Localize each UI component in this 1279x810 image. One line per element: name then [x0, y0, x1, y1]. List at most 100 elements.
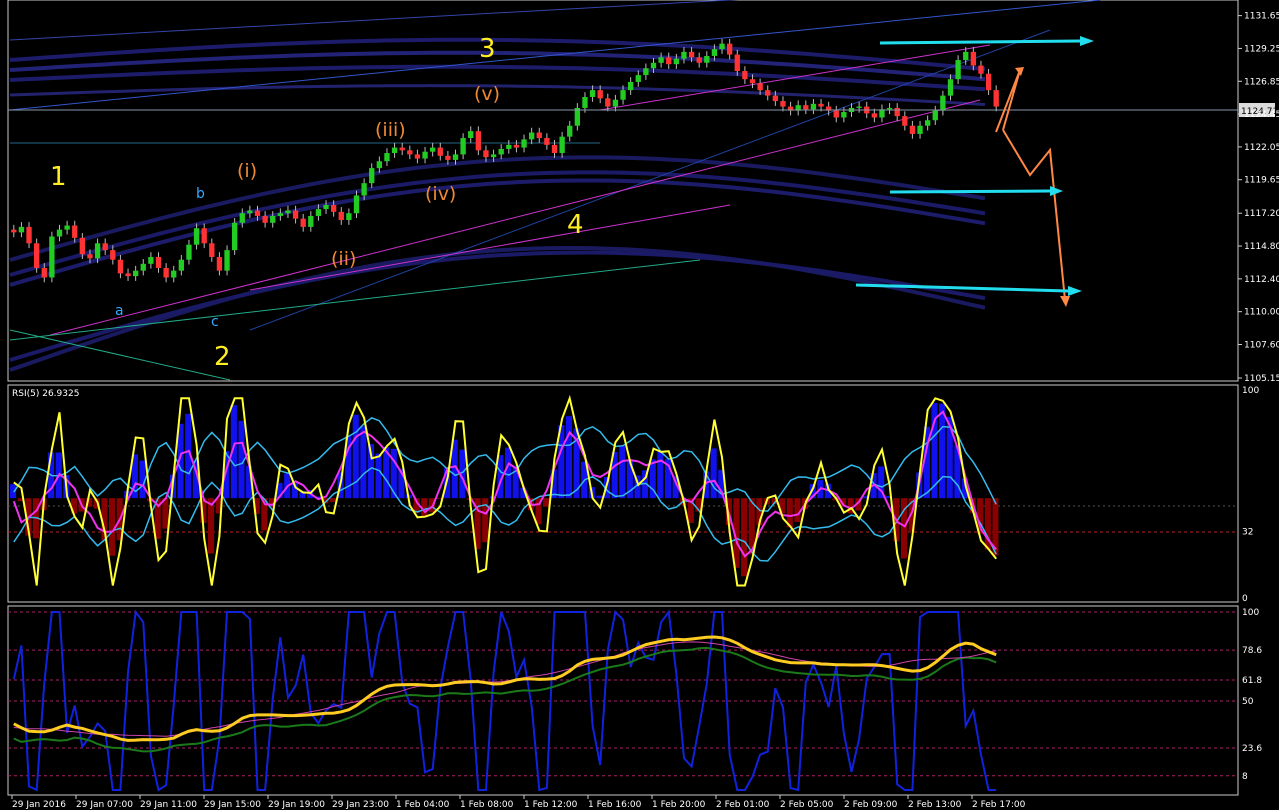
candle-body — [658, 57, 664, 63]
y-tick-label: 1117.20 — [1244, 209, 1279, 219]
candle-body — [277, 213, 284, 216]
rsi-hist-bar — [109, 498, 116, 556]
candle-body — [902, 116, 908, 126]
candle-body — [346, 213, 352, 221]
candle-body — [292, 210, 299, 219]
candle-body — [140, 263, 146, 271]
candle-body — [11, 229, 17, 233]
candle-body — [978, 65, 984, 74]
stoch-tick-label: 100 — [1242, 608, 1259, 618]
candle-body — [155, 256, 162, 268]
wave-label-1: 1 — [50, 162, 67, 192]
candle-body — [924, 120, 931, 126]
candle-body — [917, 125, 923, 134]
candle-body — [384, 153, 390, 162]
target-arrowhead-top — [1080, 36, 1094, 46]
candle-body — [353, 195, 360, 214]
rsi-tick-label: 0 — [1242, 594, 1248, 604]
candle-body — [49, 236, 55, 278]
candle-body — [711, 49, 718, 56]
candle-body — [894, 107, 900, 117]
candle-body — [376, 161, 383, 169]
candle-body — [567, 125, 573, 137]
candle-body — [498, 148, 504, 155]
rsi-hist-bar — [596, 495, 603, 499]
y-tick-label: 1131.65 — [1244, 12, 1279, 22]
candle-body — [148, 256, 154, 264]
candle-body — [726, 43, 733, 55]
rsi-hist-bar — [657, 450, 664, 499]
candle-body — [18, 226, 25, 233]
candle-body — [224, 250, 230, 271]
wave-label-3: 3 — [479, 34, 496, 64]
x-tick-label: 29 Jan 11:00 — [140, 800, 197, 810]
candle-body — [688, 51, 695, 58]
trendline — [9, 0, 740, 41]
rsi-hist-bar — [543, 498, 550, 507]
candle-body — [810, 103, 817, 110]
candle-body — [597, 90, 603, 99]
candle-body — [818, 103, 824, 107]
x-tick-label: 1 Feb 04:00 — [396, 800, 450, 810]
candle-body — [308, 215, 314, 227]
wave-label-iv: (iv) — [425, 183, 456, 205]
candle-body — [102, 243, 108, 251]
target-arrowhead-low — [1068, 286, 1082, 296]
candle-body — [704, 55, 710, 63]
rsi-hist-bar — [360, 426, 367, 499]
stoch-tick-label: 23.6 — [1242, 744, 1262, 754]
candle-body — [33, 243, 40, 268]
candle-body — [650, 62, 657, 69]
candle-body — [871, 113, 878, 118]
candle-body — [163, 267, 169, 278]
candle-body — [94, 243, 101, 259]
y-tick-label: 1105.15 — [1244, 374, 1279, 384]
rsi-title: RSI(5) 26.9325 — [12, 389, 79, 399]
rsi-hist-bar — [375, 453, 382, 499]
wave-label-a: a — [115, 303, 124, 319]
candle-body — [681, 51, 687, 59]
rsi-hist-bar — [794, 498, 801, 522]
candle-body — [856, 106, 862, 108]
x-tick-label: 2 Feb 17:00 — [972, 800, 1026, 810]
rsi-hist-bar — [741, 498, 748, 577]
candle-body — [559, 136, 565, 154]
x-tick-label: 2 Feb 13:00 — [908, 800, 962, 810]
rsi-hist-bar — [390, 448, 397, 499]
trendline — [249, 204, 731, 291]
candle-body — [132, 270, 139, 277]
candle-body — [262, 215, 268, 223]
candle-body — [361, 183, 367, 196]
rsi-hist-bar — [162, 498, 169, 529]
x-tick-label: 29 Jan 07:00 — [76, 800, 133, 810]
forecast-leg-up — [995, 69, 1021, 133]
trendline — [9, 329, 231, 381]
candle-body — [209, 243, 215, 257]
wave-label-v: (v) — [474, 83, 500, 105]
candle-body — [513, 144, 520, 148]
candle-body — [110, 250, 116, 260]
main-y-axis: 1131.65 1129.25 1126.85 1124.45 1122.05 1119.… — [1238, 12, 1279, 384]
wave-label-c: c — [211, 314, 219, 330]
candle-body — [315, 209, 322, 216]
rsi-hist-bar — [710, 448, 717, 499]
candle-body — [985, 73, 992, 91]
trendline — [49, 99, 981, 336]
candle-body — [452, 154, 459, 160]
rsi-histogram — [10, 402, 999, 577]
candle-body — [41, 267, 47, 278]
candle-body — [483, 150, 489, 158]
stoch-tick-label: 61.8 — [1242, 676, 1262, 686]
candle-body — [635, 75, 641, 82]
y-tick-label: 1110.00 — [1244, 308, 1279, 318]
candle-body — [932, 110, 938, 121]
wave-label-i: (i) — [237, 160, 257, 182]
wave-label-4: 4 — [567, 210, 584, 240]
target-arrow-top — [879, 39, 1081, 45]
candle-body — [673, 58, 680, 65]
candle-body — [468, 131, 474, 139]
rsi-hist-bar — [329, 498, 336, 502]
candle-body — [719, 43, 725, 50]
rsi-hist-bar — [939, 403, 946, 499]
forecast-leg-down — [1002, 129, 1066, 301]
